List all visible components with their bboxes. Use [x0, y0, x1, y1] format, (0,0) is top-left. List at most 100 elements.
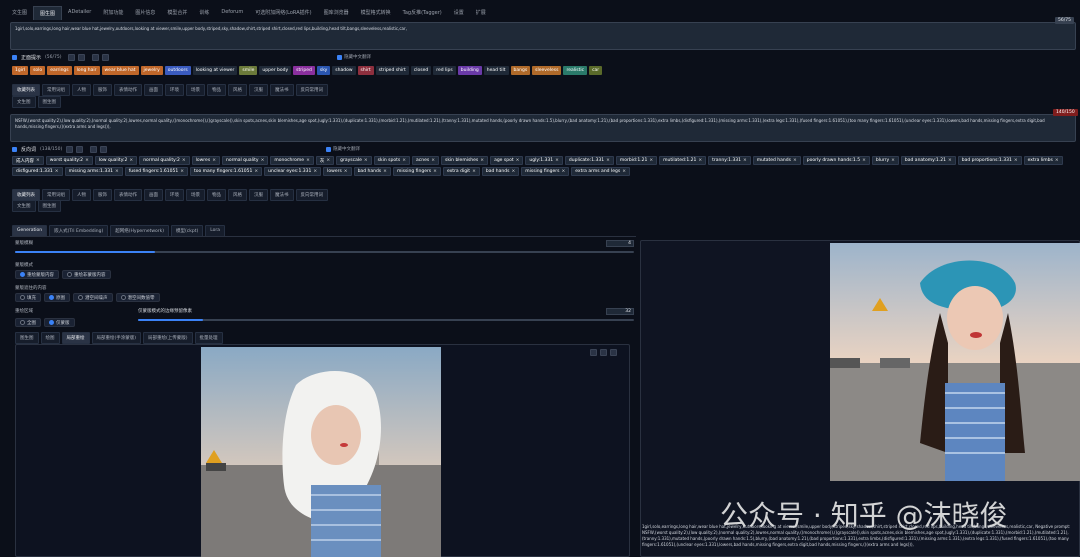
top-tab[interactable]: 图库浏览器: [318, 6, 355, 20]
positive-token[interactable]: shirt: [357, 66, 374, 75]
radio-dot[interactable]: [20, 272, 25, 277]
paste-icon[interactable]: [100, 146, 107, 153]
close-icon[interactable]: ×: [344, 169, 348, 174]
tab[interactable]: 局部重绘: [61, 332, 90, 344]
radio-dot[interactable]: [49, 295, 54, 300]
negative-token[interactable]: ugly:1.331 ×: [525, 156, 563, 165]
negative-token[interactable]: missing fingers ×: [392, 167, 441, 176]
tab[interactable]: 表情动作: [114, 84, 142, 96]
radio-option[interactable]: 重绘非蒙版内容: [62, 270, 111, 279]
positive-token[interactable]: long hair: [73, 66, 100, 75]
tab[interactable]: 人物: [72, 84, 91, 96]
tab[interactable]: 服饰: [93, 189, 112, 201]
top-tab[interactable]: 附加功能: [97, 6, 129, 20]
top-tab[interactable]: ADetailer: [62, 6, 97, 20]
star-icon[interactable]: [92, 54, 99, 61]
radio-dot[interactable]: [120, 295, 126, 300]
tab[interactable]: 绘图: [40, 332, 60, 344]
negative-token[interactable]: normal quality:2 ×: [139, 156, 190, 165]
negative-token[interactable]: bad hands ×: [353, 167, 391, 176]
trash-icon[interactable]: [76, 146, 83, 153]
positive-token[interactable]: bangs: [510, 66, 531, 75]
radio-option[interactable]: 重绘蒙版内容: [15, 270, 59, 279]
negative-token[interactable]: morbid:1.21 ×: [615, 156, 658, 165]
positive-token[interactable]: wear blue hat: [101, 66, 139, 75]
tab[interactable]: 图生图: [37, 200, 61, 212]
radio-option[interactable]: 潜空间数值零: [115, 293, 160, 302]
close-icon[interactable]: ×: [129, 158, 133, 163]
close-icon[interactable]: ×: [743, 158, 747, 163]
close-icon[interactable]: ×: [85, 158, 89, 163]
tab[interactable]: 魔法书: [270, 189, 294, 201]
close-icon[interactable]: ×: [1014, 158, 1018, 163]
close-icon[interactable]: ×: [649, 158, 653, 163]
positive-token[interactable]: looking at viewer: [192, 66, 238, 75]
close-icon[interactable]: ×: [1055, 158, 1059, 163]
negative-token[interactable]: tranny:1.331 ×: [708, 156, 751, 165]
negative-token[interactable]: lowers ×: [323, 167, 352, 176]
positive-token[interactable]: earrings: [47, 66, 72, 75]
radio-dot[interactable]: [78, 295, 83, 300]
positive-prompt-input[interactable]: 1girl,solo,earrings,long hair,wear blue …: [10, 22, 1076, 50]
top-tab[interactable]: Tag反推(Tagger): [397, 6, 448, 20]
close-icon[interactable]: ×: [891, 158, 895, 163]
close-icon[interactable]: ×: [431, 158, 435, 163]
top-tab[interactable]: 图片信息: [129, 6, 161, 20]
positive-token[interactable]: upper body: [259, 66, 292, 75]
tab[interactable]: 反向常用词: [295, 189, 328, 201]
negative-prompt-input[interactable]: NSFW,(worst quality:2),(low quality:2),(…: [10, 114, 1076, 142]
negative-token[interactable]: missing fingers ×: [521, 167, 570, 176]
top-tab[interactable]: 图生图: [33, 6, 63, 20]
close-icon[interactable]: ×: [480, 158, 484, 163]
close-icon[interactable]: ×: [182, 158, 186, 163]
tab[interactable]: 魔法书: [270, 84, 294, 96]
tab[interactable]: 风格: [228, 189, 247, 201]
top-tab[interactable]: 文生图: [6, 6, 33, 20]
close-icon[interactable]: ×: [606, 158, 610, 163]
positive-token[interactable]: sky: [316, 66, 331, 75]
close-icon[interactable]: ×: [862, 158, 866, 163]
tab[interactable]: 服饰: [93, 84, 112, 96]
negative-token[interactable]: monochrome ×: [270, 156, 314, 165]
undo-icon[interactable]: [590, 349, 597, 356]
tab[interactable]: 画面: [144, 84, 163, 96]
tab[interactable]: 文生图: [12, 96, 36, 108]
padding-value[interactable]: 32: [606, 308, 634, 315]
negative-token[interactable]: extra digit ×: [442, 167, 480, 176]
padding-slider[interactable]: [138, 319, 634, 321]
close-icon[interactable]: ×: [261, 158, 265, 163]
tab[interactable]: 环境: [165, 189, 184, 201]
close-icon[interactable]: ×: [383, 169, 387, 174]
close-icon[interactable]: ×: [622, 169, 626, 174]
top-tab[interactable]: 设置: [448, 6, 470, 20]
paste-icon[interactable]: [102, 54, 109, 61]
negative-token[interactable]: bad anatomy:1.21 ×: [900, 156, 956, 165]
radio-option[interactable]: 仅蒙版: [44, 318, 75, 327]
close-icon[interactable]: ×: [555, 158, 559, 163]
inpaint-canvas[interactable]: [15, 344, 630, 557]
tab[interactable]: 文生图: [12, 200, 36, 212]
positive-token[interactable]: striped shirt: [375, 66, 409, 75]
close-icon[interactable]: ×: [212, 158, 216, 163]
close-icon[interactable]: ×: [402, 158, 406, 163]
pencil-icon[interactable]: [66, 146, 73, 153]
radio-option[interactable]: 填充: [15, 293, 41, 302]
top-tab[interactable]: Deforum: [215, 6, 249, 20]
tab[interactable]: 反向常用词: [295, 84, 328, 96]
top-tab[interactable]: 训练: [193, 6, 215, 20]
top-tab[interactable]: 模型格式转换: [355, 6, 397, 20]
close-icon[interactable]: ×: [511, 169, 515, 174]
positive-token[interactable]: outdoors: [164, 66, 191, 75]
tab[interactable]: 物品: [207, 84, 226, 96]
tab[interactable]: 局部重绘(手涂蒙版): [91, 332, 142, 344]
tab[interactable]: 人物: [72, 189, 91, 201]
negative-token[interactable]: normal quality ×: [221, 156, 269, 165]
negative-token[interactable]: poorly drawn hands:1.5 ×: [802, 156, 870, 165]
close-icon[interactable]: ×: [36, 158, 40, 163]
radio-option[interactable]: 全图: [15, 318, 41, 327]
output-image[interactable]: [830, 243, 1080, 481]
positive-token[interactable]: realistic: [563, 66, 588, 75]
negative-token[interactable]: low quality:2 ×: [94, 156, 138, 165]
positive-translate-toggle[interactable]: 隐藏中文翻译: [337, 54, 371, 60]
negative-token[interactable]: worst quality:2 ×: [45, 156, 93, 165]
